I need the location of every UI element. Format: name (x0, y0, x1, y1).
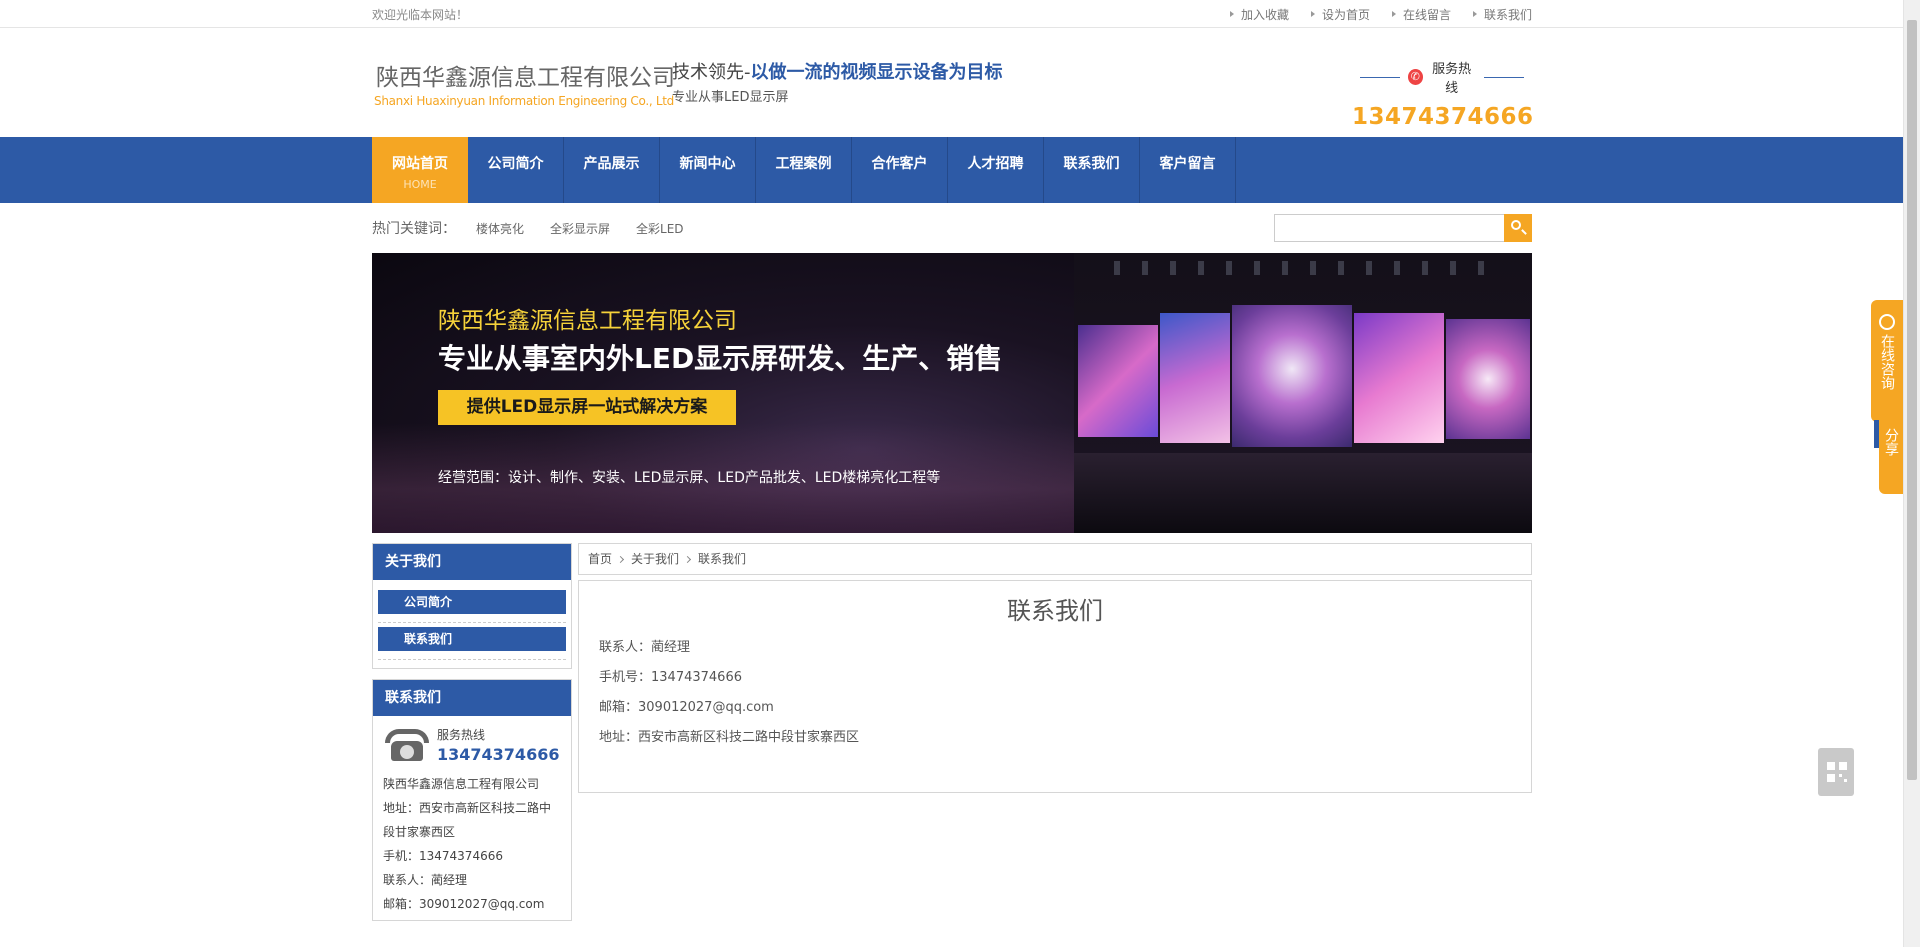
search-box (1274, 214, 1532, 242)
arrow-right-icon (1229, 11, 1234, 17)
search-input[interactable] (1274, 214, 1504, 242)
consult-icon (1879, 314, 1895, 330)
page-title: 联系我们 (1007, 597, 1103, 625)
slogan: 技术领先-以做一流的视频显示设备为目标 (672, 62, 1003, 83)
divider (378, 659, 566, 660)
hotline-label: 服务热线 (437, 728, 486, 742)
logo-company-name[interactable]: 陕西华鑫源信息工程有限公司 (376, 58, 675, 92)
add-favorite-link[interactable]: 加入收藏 (1229, 6, 1289, 23)
breadcrumb: 首页 关于我们 联系我们 (578, 543, 1532, 575)
keyword-link[interactable]: 全彩显示屏 (550, 220, 610, 237)
qr-code-icon (1827, 762, 1847, 782)
logo-company-name-en: Shanxi Huaxinyuan Information Engineerin… (374, 94, 674, 108)
keyword-link[interactable]: 楼体亮化 (476, 220, 524, 237)
nav-products[interactable]: 产品展示 (564, 137, 660, 203)
sidebar: 关于我们 公司简介 联系我们 联系我们 服务热线 13474374666 陕西华… (372, 543, 572, 931)
hotline: ✆ 服务热线 13474374666 (1352, 58, 1534, 130)
nav-news[interactable]: 新闻中心 (660, 137, 756, 203)
contact-box: 联系我们 服务热线 13474374666 陕西华鑫源信息工程有限公司 地址：西… (372, 679, 572, 921)
led-screen (1446, 319, 1530, 439)
banner-stage-image (1074, 253, 1532, 533)
scrollbar[interactable] (1903, 0, 1920, 947)
contact-us-link[interactable]: 联系我们 (1472, 6, 1532, 23)
banner-text-area: 陕西华鑫源信息工程有限公司 专业从事室内外LED显示屏研发、生产、销售 提供LE… (372, 253, 1074, 533)
stage-lights (1114, 261, 1494, 275)
breadcrumb-current: 联系我们 (698, 552, 747, 566)
nav-contact[interactable]: 联系我们 (1044, 137, 1140, 203)
share-button[interactable]: 分享 (1879, 414, 1903, 494)
stage-floor (1074, 453, 1532, 533)
divider (1484, 76, 1524, 78)
contact-person: 联系人：蔺经理 (599, 640, 691, 655)
breadcrumb-home[interactable]: 首页 (588, 544, 612, 574)
arrow-right-icon (1310, 11, 1315, 17)
contact-person: 联系人：蔺经理 (383, 873, 468, 887)
divider (378, 622, 566, 623)
hotline-number: 13474374666 (1352, 104, 1534, 130)
contact-address: 地址：西安市高新区科技二路中段甘家寨西区 (599, 730, 860, 745)
led-screen (1160, 313, 1230, 443)
arrow-right-icon (1472, 11, 1477, 17)
led-screen (1354, 313, 1444, 443)
chevron-right-icon (683, 555, 692, 563)
contact-address: 地址：西安市高新区科技二路中 (383, 801, 552, 815)
search-icon (1511, 220, 1521, 230)
hero-banner[interactable]: 陕西华鑫源信息工程有限公司 专业从事室内外LED显示屏研发、生产、销售 提供LE… (372, 253, 1532, 533)
nav-home[interactable]: 网站首页 HOME (372, 137, 468, 203)
chevron-right-icon (616, 555, 625, 563)
banner-scope: 经营范围：设计、制作、安装、LED显示屏、LED产品批发、LED楼梯亮化工程等 (438, 470, 941, 486)
phone-icon: ✆ (1407, 69, 1423, 85)
nav-home-sub: HOME (403, 178, 437, 191)
top-bar: 欢迎光临本网站！ 加入收藏 设为首页 在线留言 联系我们 (0, 0, 1920, 28)
about-box: 关于我们 公司简介 联系我们 (372, 543, 572, 669)
about-title: 关于我们 (373, 544, 571, 580)
main-content: 首页 关于我们 联系我们 联系我们 联系人：蔺经理 手机号：1347437466… (578, 543, 1532, 793)
contact-mobile: 手机：13474374666 (383, 849, 503, 863)
contact-address-cont: 段甘家寨西区 (383, 825, 456, 839)
telephone-icon (383, 727, 431, 763)
nav-feedback[interactable]: 客户留言 (1140, 137, 1236, 203)
qr-code-button[interactable] (1818, 748, 1854, 796)
scrollbar-thumb[interactable] (1907, 20, 1917, 780)
welcome-text: 欢迎光临本网站！ (372, 7, 469, 22)
nav-partners[interactable]: 合作客户 (852, 137, 948, 203)
search-button[interactable] (1504, 214, 1532, 242)
contact-email: 邮箱：309012027@qq.com (599, 700, 774, 715)
contact-panel: 联系我们 联系人：蔺经理 手机号：13474374666 邮箱：30901202… (578, 580, 1532, 793)
sidebar-item-company-intro[interactable]: 公司简介 (378, 590, 566, 614)
contact-email: 邮箱：309012027@qq.com (383, 897, 545, 911)
banner-tag: 提供LED显示屏一站式解决方案 (438, 390, 736, 425)
arrow-right-icon (1391, 11, 1396, 17)
online-message-link[interactable]: 在线留言 (1391, 6, 1451, 23)
contact-title: 联系我们 (373, 680, 571, 716)
keyword-link[interactable]: 全彩LED (636, 220, 684, 237)
keywords-title: 热门关键词： (372, 221, 456, 237)
breadcrumb-about[interactable]: 关于我们 (631, 544, 679, 574)
header: 陕西华鑫源信息工程有限公司 Shanxi Huaxinyuan Informat… (0, 28, 1920, 137)
nav-cases[interactable]: 工程案例 (756, 137, 852, 203)
top-links: 加入收藏 设为首页 在线留言 联系我们 (1208, 6, 1532, 23)
online-consult-button[interactable]: 在线咨询 (1871, 300, 1903, 422)
set-homepage-link[interactable]: 设为首页 (1310, 6, 1370, 23)
contact-mobile: 手机号：13474374666 (599, 670, 742, 685)
led-screen (1232, 305, 1352, 447)
content-area: 关于我们 公司简介 联系我们 联系我们 服务热线 13474374666 陕西华… (372, 543, 1532, 947)
main-nav: 网站首页 HOME 公司简介 产品展示 新闻中心 工程案例 合作客户 人才招聘 联… (0, 137, 1920, 203)
slogan-sub: 专业从事LED显示屏 (672, 90, 789, 105)
nav-jobs[interactable]: 人才招聘 (948, 137, 1044, 203)
keyword-bar: 热门关键词： 楼体亮化 全彩显示屏 全彩LED (0, 203, 1920, 253)
divider (1360, 76, 1400, 78)
banner-company: 陕西华鑫源信息工程有限公司 (438, 308, 737, 334)
banner-headline: 专业从事室内外LED显示屏研发、生产、销售 (438, 342, 1003, 375)
hotline-number: 13474374666 (437, 745, 560, 764)
contact-company: 陕西华鑫源信息工程有限公司 (383, 777, 540, 791)
nav-company-intro[interactable]: 公司简介 (468, 137, 564, 203)
hotline-label: 服务热线 (1432, 62, 1472, 96)
sidebar-item-contact[interactable]: 联系我们 (378, 627, 566, 651)
led-screen (1078, 325, 1158, 437)
